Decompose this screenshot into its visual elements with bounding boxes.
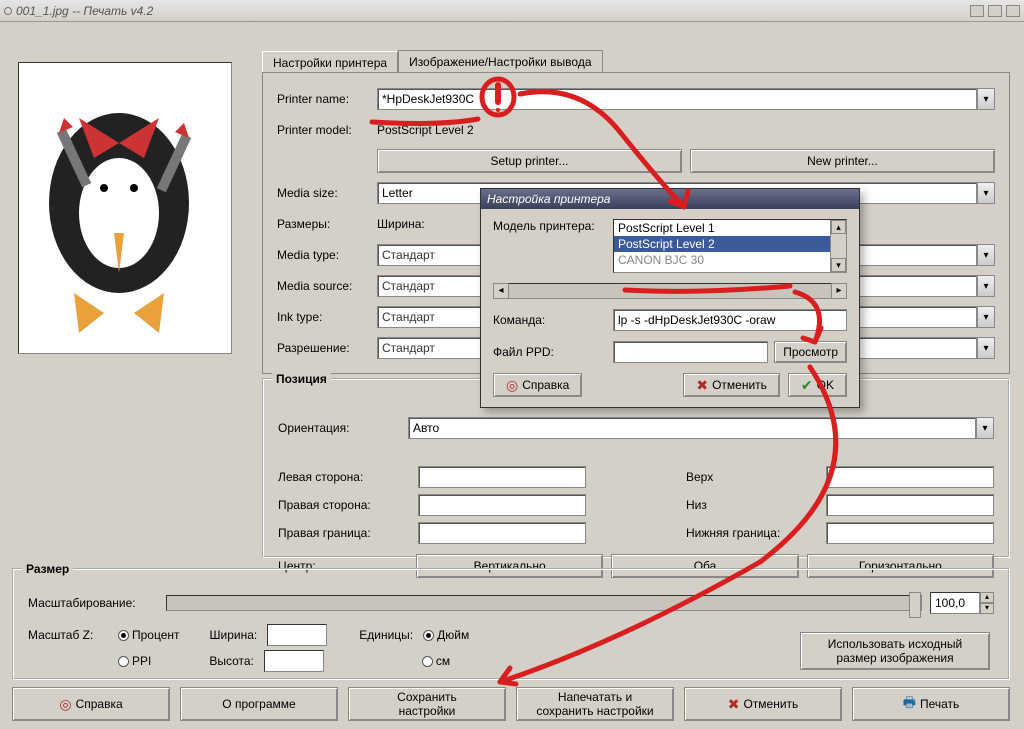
position-legend: Позиция	[272, 372, 331, 386]
top-input[interactable]	[826, 466, 994, 488]
popup-command-label: Команда:	[493, 313, 613, 327]
tab-label: Изображение/Настройки вывода	[409, 55, 591, 69]
height-label: Высота:	[209, 654, 254, 668]
use-original-size-button[interactable]: Использовать исходный размер изображения	[800, 632, 990, 670]
scroll-up-icon[interactable]: ▴	[831, 220, 846, 234]
scroll-down-icon[interactable]: ▾	[831, 258, 846, 272]
scale-z-label: Масштаб Z:	[28, 628, 108, 642]
bottom-border-input[interactable]	[826, 522, 994, 544]
right-border-input[interactable]	[418, 522, 586, 544]
ink-type-label: Ink type:	[277, 310, 377, 324]
width-input[interactable]	[267, 624, 327, 646]
spin-up-icon[interactable]: ▴	[980, 592, 994, 603]
browse-button[interactable]: Просмотр	[774, 341, 847, 363]
radio-ppi[interactable]: PPI	[118, 654, 151, 668]
dropdown-icon[interactable]: ▾	[977, 306, 995, 328]
media-source-label: Media source:	[277, 279, 377, 293]
popup-model-label: Модель принтера:	[493, 219, 613, 233]
dropdown-icon[interactable]: ▾	[977, 88, 995, 110]
bottom-input[interactable]	[826, 494, 994, 516]
close-button[interactable]	[1006, 5, 1020, 17]
dialog-titlebar[interactable]: Настройка принтера	[481, 189, 859, 209]
media-size-label: Media size:	[277, 186, 377, 200]
printer-name-label: Printer name:	[277, 92, 377, 106]
printer-model-label: Printer model:	[277, 123, 377, 137]
orientation-combo[interactable]	[408, 417, 976, 439]
radio-percent[interactable]: Процент	[118, 628, 180, 642]
orientation-label: Ориентация:	[278, 421, 408, 435]
dropdown-icon[interactable]: ▾	[977, 182, 995, 204]
setup-printer-button[interactable]: Setup printer...	[377, 149, 682, 173]
footer-toolbar: ◎Справка О программе Сохранить настройки…	[12, 687, 1010, 721]
printer-model-value: PostScript Level 2	[377, 123, 474, 137]
width-label: Ширина:	[210, 628, 258, 642]
help-button[interactable]: ◎Справка	[12, 687, 170, 721]
resolution-label: Разрешение:	[277, 341, 377, 355]
horizontal-scrollbar[interactable]: ◂▸	[493, 283, 847, 299]
lifebuoy-icon: ◎	[506, 377, 518, 394]
cancel-button[interactable]: ✖Отменить	[684, 687, 842, 721]
units-label: Единицы:	[359, 628, 413, 642]
left-side-label: Левая сторона:	[278, 470, 408, 484]
scaling-value[interactable]	[930, 592, 980, 614]
tab-image-output[interactable]: Изображение/Настройки вывода	[398, 50, 602, 73]
about-button[interactable]: О программе	[180, 687, 338, 721]
left-side-input[interactable]	[418, 466, 586, 488]
tab-printer-settings[interactable]: Настройки принтера	[262, 51, 398, 74]
maximize-button[interactable]	[988, 5, 1002, 17]
top-label: Верх	[686, 470, 816, 484]
scaling-slider[interactable]	[166, 595, 922, 611]
cancel-icon: ✖	[696, 377, 708, 394]
dropdown-icon[interactable]: ▾	[977, 244, 995, 266]
window-title: 001_1.jpg -- Печать v4.2	[16, 4, 153, 18]
media-type-label: Media type:	[277, 248, 377, 262]
scroll-left-icon[interactable]: ◂	[493, 283, 509, 299]
dropdown-icon[interactable]: ▾	[977, 337, 995, 359]
popup-help-button[interactable]: ◎Справка	[493, 373, 582, 397]
bottom-label: Низ	[686, 498, 816, 512]
popup-ppd-label: Файл PPD:	[493, 345, 613, 359]
window-menu-icon[interactable]	[4, 7, 12, 15]
save-settings-button[interactable]: Сохранить настройки	[348, 687, 506, 721]
print-preview	[18, 62, 232, 354]
height-input[interactable]	[264, 650, 324, 672]
scaling-spinner[interactable]: ▴▾	[930, 592, 994, 614]
right-side-label: Правая сторона:	[278, 498, 408, 512]
scroll-right-icon[interactable]: ▸	[831, 283, 847, 299]
printer-name-combo[interactable]	[377, 88, 977, 110]
list-item[interactable]: PostScript Level 1	[614, 220, 846, 236]
popup-cancel-button[interactable]: ✖Отменить	[683, 373, 780, 397]
right-side-input[interactable]	[418, 494, 586, 516]
tab-label: Настройки принтера	[273, 56, 387, 70]
dropdown-icon[interactable]: ▾	[976, 417, 994, 439]
new-printer-button[interactable]: New printer...	[690, 149, 995, 173]
printer-icon: 🖶	[903, 692, 916, 716]
printer-setup-dialog[interactable]: Настройка принтера Модель принтера: Post…	[480, 188, 860, 408]
ppd-file-input[interactable]	[613, 341, 768, 363]
printer-model-listbox[interactable]: PostScript Level 1 PostScript Level 2 CA…	[613, 219, 847, 273]
scaling-label: Масштабирование:	[28, 596, 158, 610]
command-input[interactable]	[613, 309, 847, 331]
print-and-save-button[interactable]: Напечатать и сохранить настройки	[516, 687, 674, 721]
size-legend: Размер	[22, 562, 73, 576]
dimensions-label: Размеры:	[277, 217, 377, 231]
dropdown-icon[interactable]: ▾	[977, 275, 995, 297]
size-group: Размер Масштабирование: ▴▾ Масштаб Z: Пр…	[12, 568, 1010, 680]
right-border-label: Правая граница:	[278, 526, 408, 540]
width-label: Ширина:	[377, 217, 437, 231]
popup-ok-button[interactable]: ✔OK	[788, 373, 847, 397]
window-titlebar[interactable]: 001_1.jpg -- Печать v4.2	[0, 0, 1024, 22]
lifebuoy-icon: ◎	[59, 696, 71, 713]
bottom-border-label: Нижняя граница:	[686, 526, 816, 540]
list-item[interactable]: CANON BJC 30	[614, 252, 846, 268]
print-button[interactable]: 🖶Печать	[852, 687, 1010, 721]
dialog-title: Настройка принтера	[487, 192, 610, 206]
check-icon: ✔	[801, 377, 813, 394]
radio-cm[interactable]: см	[422, 654, 450, 668]
cancel-icon: ✖	[728, 696, 740, 713]
minimize-button[interactable]	[970, 5, 984, 17]
list-item[interactable]: PostScript Level 2	[614, 236, 846, 252]
radio-inch[interactable]: Дюйм	[423, 628, 469, 642]
spin-down-icon[interactable]: ▾	[980, 603, 994, 614]
